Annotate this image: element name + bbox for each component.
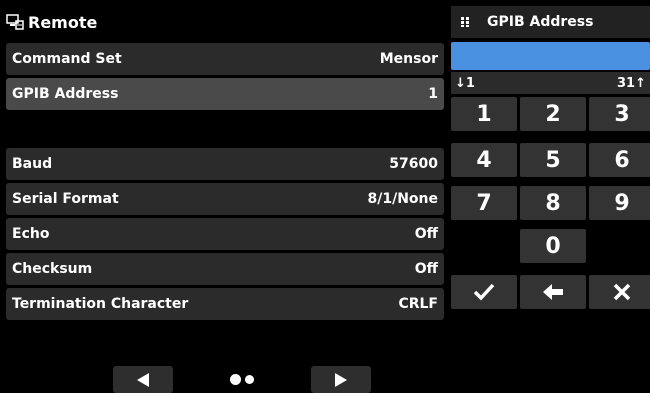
setting-serial-format[interactable]: Serial Format 8/1/None — [6, 183, 444, 215]
page-indicator — [230, 374, 254, 385]
close-icon — [613, 283, 631, 301]
page-dot — [245, 375, 254, 384]
setting-value: 57600 — [389, 156, 438, 172]
keypad-entry-field[interactable] — [451, 42, 650, 70]
setting-value: Off — [414, 261, 438, 277]
setting-value: Mensor — [379, 51, 438, 67]
page-title: Remote — [28, 12, 98, 32]
setting-label: Serial Format — [12, 191, 119, 207]
min-value-label: ↓1 — [455, 75, 475, 91]
title-bar: Remote — [6, 6, 446, 38]
keypad-title: GPIB Address — [487, 14, 594, 30]
setting-value: Off — [414, 226, 438, 242]
key-9[interactable]: 9 — [589, 186, 650, 220]
next-page-button[interactable] — [311, 366, 371, 393]
confirm-button[interactable] — [451, 275, 517, 309]
triangle-left-icon — [137, 372, 149, 387]
setting-value: CRLF — [398, 296, 438, 312]
key-1[interactable]: 1 — [451, 97, 517, 131]
drag-handle[interactable] — [451, 6, 479, 38]
setting-checksum[interactable]: Checksum Off — [6, 253, 444, 285]
key-6[interactable]: 6 — [589, 143, 650, 177]
setting-label: Checksum — [12, 261, 93, 277]
setting-value: 1 — [428, 86, 438, 102]
range-bar: ↓1 31↑ — [451, 72, 650, 94]
setting-label: GPIB Address — [12, 86, 119, 102]
settings-list: Command Set Mensor GPIB Address 1 Baud 5… — [6, 43, 444, 323]
setting-value: 8/1/None — [367, 191, 438, 207]
remote-icon — [6, 14, 24, 30]
key-2[interactable]: 2 — [520, 97, 586, 131]
setting-empty-row — [6, 113, 444, 145]
backspace-arrow-icon — [543, 284, 563, 300]
setting-label: Command Set — [12, 51, 122, 67]
page-navigation — [0, 364, 450, 393]
setting-gpib-address[interactable]: GPIB Address 1 — [6, 78, 444, 110]
grip-dots-icon — [461, 17, 469, 27]
setting-termination-character[interactable]: Termination Character CRLF — [6, 288, 444, 320]
check-icon — [473, 283, 495, 301]
key-7[interactable]: 7 — [451, 186, 517, 220]
setting-label: Echo — [12, 226, 50, 242]
key-8[interactable]: 8 — [520, 186, 586, 220]
setting-command-set[interactable]: Command Set Mensor — [6, 43, 444, 75]
setting-label: Baud — [12, 156, 53, 172]
key-0[interactable]: 0 — [520, 229, 586, 263]
keypad-header: GPIB Address — [451, 6, 650, 38]
key-4[interactable]: 4 — [451, 143, 517, 177]
setting-label: Termination Character — [12, 296, 189, 312]
setting-echo[interactable]: Echo Off — [6, 218, 444, 250]
triangle-right-icon — [335, 372, 347, 387]
setting-baud[interactable]: Baud 57600 — [6, 148, 444, 180]
key-5[interactable]: 5 — [520, 143, 586, 177]
cancel-button[interactable] — [589, 275, 650, 309]
page-dot-active — [230, 374, 241, 385]
key-3[interactable]: 3 — [589, 97, 650, 131]
backspace-button[interactable] — [520, 275, 586, 309]
max-value-label: 31↑ — [617, 75, 646, 91]
previous-page-button[interactable] — [113, 366, 173, 393]
